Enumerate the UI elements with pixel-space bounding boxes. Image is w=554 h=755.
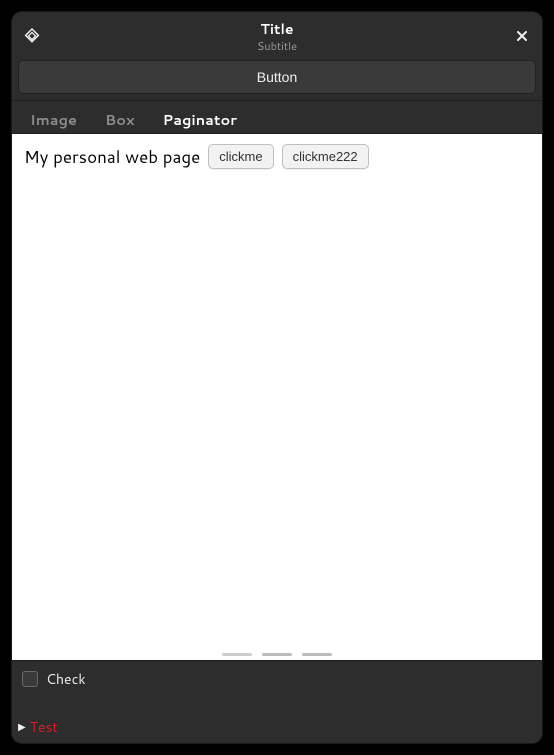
clickme-button[interactable]: clickme [208, 144, 273, 169]
expander-label: Test [30, 717, 58, 737]
header-titles: Title Subtitle [12, 19, 542, 54]
page-dot[interactable] [262, 653, 292, 656]
header-bar: Title Subtitle [12, 12, 542, 60]
window-title: Title [12, 19, 542, 39]
page-text: My personal web page [24, 145, 200, 169]
app-menu-icon[interactable] [20, 24, 44, 48]
main-button[interactable]: Button [18, 60, 536, 94]
bottom-panel: Check ▶ Test [12, 660, 542, 743]
page-dot[interactable] [222, 653, 252, 656]
content-row: My personal web page clickme clickme222 [24, 144, 530, 169]
toolbar: Button [12, 60, 542, 100]
chevron-right-icon: ▶ [18, 720, 26, 734]
check-label: Check [46, 669, 86, 689]
window-subtitle: Subtitle [12, 38, 542, 54]
clickme222-button[interactable]: clickme222 [282, 144, 369, 169]
app-window: Title Subtitle Button Image Box Paginato… [12, 12, 542, 743]
tab-image[interactable]: Image [30, 103, 77, 136]
content-area: My personal web page clickme clickme222 [12, 134, 542, 660]
page-dot[interactable] [302, 653, 332, 656]
tab-paginator[interactable]: Paginator [163, 103, 237, 136]
check-checkbox[interactable] [22, 671, 38, 687]
check-row: Check [22, 669, 532, 689]
tab-box[interactable]: Box [105, 103, 135, 136]
close-button[interactable] [510, 24, 534, 48]
tab-bar: Image Box Paginator [12, 100, 542, 134]
page-indicator [12, 653, 542, 656]
expander-row[interactable]: ▶ Test [18, 717, 532, 737]
